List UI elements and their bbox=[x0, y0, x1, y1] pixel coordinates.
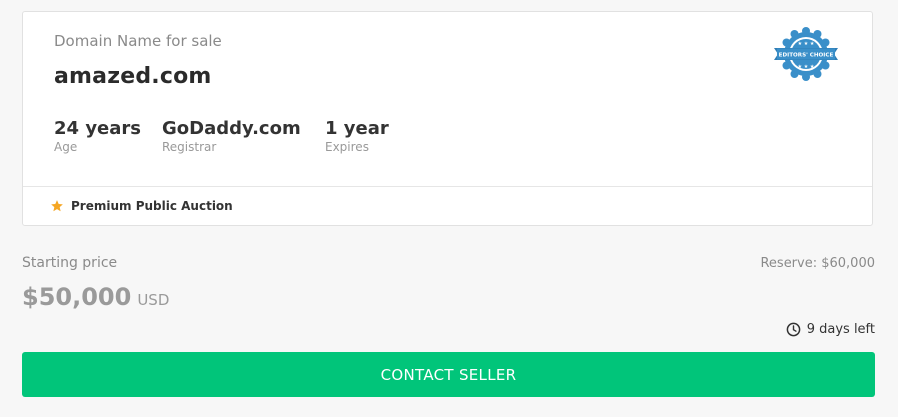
price-row: $50,000 USD bbox=[22, 283, 169, 311]
card-divider bbox=[23, 186, 872, 187]
stat-registrar-label: Registrar bbox=[162, 140, 217, 154]
stat-expires-label: Expires bbox=[325, 140, 369, 154]
stat-expires-value: 1 year bbox=[325, 118, 389, 139]
price-value: $50,000 bbox=[22, 283, 132, 311]
stat-age-label: Age bbox=[54, 140, 78, 154]
star-icon bbox=[51, 200, 63, 212]
domain-card: Domain Name for sale amazed.com 24 years… bbox=[22, 11, 873, 226]
contact-seller-button[interactable]: CONTACT SELLER bbox=[22, 352, 875, 397]
starting-price-label: Starting price bbox=[22, 255, 118, 271]
stat-age-value: 24 years bbox=[54, 118, 141, 139]
reserve-price: Reserve: $60,000 bbox=[760, 256, 875, 271]
card-label: Domain Name for sale bbox=[54, 32, 222, 50]
stat-registrar: GoDaddy.com Registrar bbox=[162, 118, 301, 154]
svg-text:★ ★ ★: ★ ★ ★ bbox=[798, 41, 815, 47]
domain-name: amazed.com bbox=[54, 64, 212, 89]
badge-text: EDITORS' CHOICE bbox=[779, 53, 834, 59]
auction-type: Premium Public Auction bbox=[50, 199, 233, 213]
stat-expires: 1 year Expires bbox=[325, 118, 389, 154]
auction-type-label: Premium Public Auction bbox=[71, 199, 233, 213]
time-left: 9 days left bbox=[786, 322, 875, 337]
stat-registrar-value: GoDaddy.com bbox=[162, 118, 301, 139]
editors-choice-badge-icon: ★ ★ ★ ★ ★ ★ EDITORS' CHOICE bbox=[773, 26, 839, 82]
svg-text:★ ★ ★: ★ ★ ★ bbox=[798, 64, 815, 70]
time-left-text: 9 days left bbox=[806, 322, 875, 337]
stat-age: 24 years Age bbox=[54, 118, 141, 154]
clock-icon bbox=[786, 322, 801, 337]
price-currency: USD bbox=[137, 291, 170, 309]
